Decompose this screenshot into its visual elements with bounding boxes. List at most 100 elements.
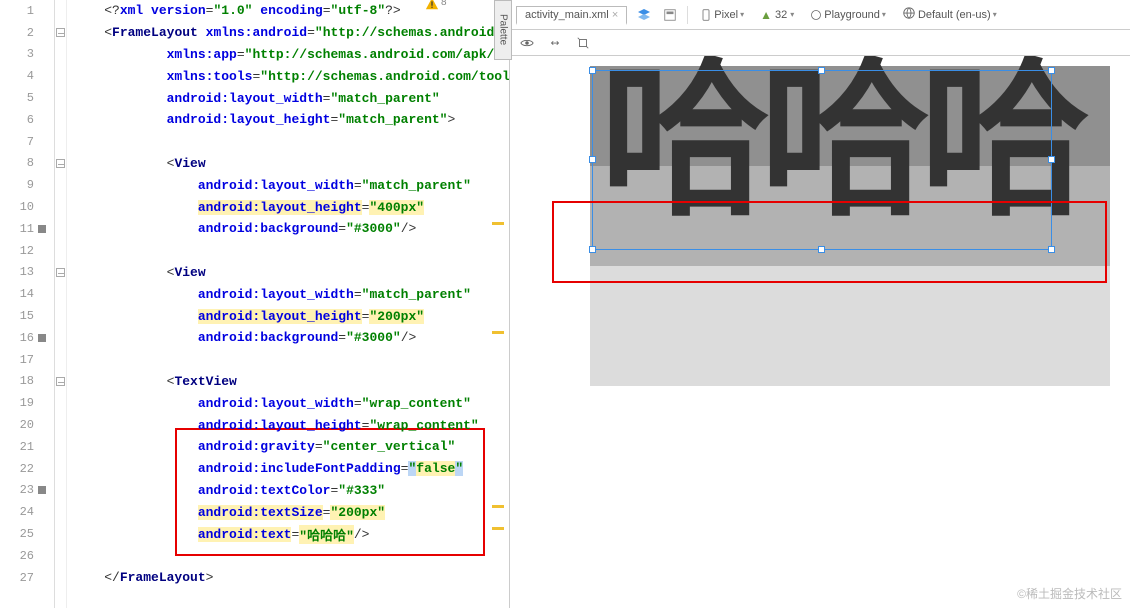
code-line[interactable]: android:background="#3000"/> — [73, 327, 509, 349]
design-pane: activity_main.xml × Pixel▾ ▲32▾ Playgrou… — [510, 0, 1130, 608]
line-number: 22 — [0, 458, 54, 480]
code-line[interactable] — [73, 240, 509, 262]
layers-icon[interactable] — [635, 6, 653, 24]
code-line[interactable]: android:layout_width="wrap_content" — [73, 392, 509, 414]
fold-gutter-row — [55, 392, 66, 414]
code-line[interactable]: android:text="哈哈哈"/> — [73, 523, 509, 545]
change-marker — [492, 331, 504, 334]
code-line[interactable]: android:layout_width="match_parent" — [73, 87, 509, 109]
line-number: 9 — [0, 174, 54, 196]
code-line[interactable] — [73, 349, 509, 371]
line-number: 15 — [0, 305, 54, 327]
palette-tab[interactable]: Palette — [494, 0, 512, 60]
fold-gutter-row — [55, 87, 66, 109]
line-number: 24 — [0, 501, 54, 523]
code-line[interactable]: android:layout_height="match_parent"> — [73, 109, 509, 131]
change-marker — [492, 527, 504, 530]
line-number: 4 — [0, 65, 54, 87]
code-line[interactable]: xmlns:tools="http://schemas.android.com/… — [73, 65, 509, 87]
fold-gutter-row — [55, 109, 66, 131]
editor-tab[interactable]: activity_main.xml × — [516, 6, 627, 25]
line-number: 6 — [0, 109, 54, 131]
fold-gutter-row — [55, 262, 66, 284]
fold-gutter-row — [55, 545, 66, 567]
line-number: 1 — [0, 0, 54, 22]
code-line[interactable]: android:layout_height="wrap_content" — [73, 414, 509, 436]
line-number: 18 — [0, 371, 54, 393]
fold-gutter-row — [55, 414, 66, 436]
line-number: 19 — [0, 392, 54, 414]
line-number: 12 — [0, 240, 54, 262]
line-number: 25 — [0, 523, 54, 545]
line-gutter: 1234567891011121314151617181920212223242… — [0, 0, 55, 608]
line-number: 7 — [0, 131, 54, 153]
line-number: 20 — [0, 414, 54, 436]
code-line[interactable] — [73, 545, 509, 567]
code-line[interactable]: android:background="#3000"/> — [73, 218, 509, 240]
eye-icon[interactable] — [518, 34, 536, 52]
line-number: 16 — [0, 327, 54, 349]
fold-icon[interactable] — [56, 159, 65, 168]
change-marker — [492, 505, 504, 508]
code-line[interactable]: xmlns:app="http://schemas.android.com/ap… — [73, 44, 509, 66]
code-line[interactable]: android:gravity="center_vertical" — [73, 436, 509, 458]
fold-gutter-row — [55, 0, 66, 22]
warning-icon[interactable]: 8 — [425, 0, 439, 11]
fold-gutter-row — [55, 523, 66, 545]
fold-gutter-row — [55, 567, 66, 589]
code-line[interactable]: android:layout_height="200px" — [73, 305, 509, 327]
fold-gutter-row — [55, 131, 66, 153]
change-marker — [492, 222, 504, 225]
code-line[interactable]: android:layout_height="400px" — [73, 196, 509, 218]
line-number: 10 — [0, 196, 54, 218]
watermark: ©稀土掘金技术社区 — [1017, 585, 1122, 602]
fold-gutter-row — [55, 480, 66, 502]
expand-icon[interactable] — [546, 34, 564, 52]
api-selector[interactable]: ▲32▾ — [756, 7, 798, 23]
code-line[interactable]: <TextView — [73, 371, 509, 393]
code-editor-pane: 1234567891011121314151617181920212223242… — [0, 0, 510, 608]
fold-gutter-row — [55, 153, 66, 175]
line-number: 26 — [0, 545, 54, 567]
line-number: 2 — [0, 22, 54, 44]
code-line[interactable]: <View — [73, 262, 509, 284]
fold-icon[interactable] — [56, 28, 65, 37]
line-number: 17 — [0, 349, 54, 371]
code-line[interactable]: <FrameLayout xmlns:android="http://schem… — [73, 22, 509, 44]
code-line[interactable]: android:textSize="200px" — [73, 501, 509, 523]
locale-selector[interactable]: Default (en-us)▾ — [898, 5, 1001, 24]
device-selector[interactable]: Pixel▾ — [696, 8, 748, 22]
design-canvas[interactable]: 哈哈哈 — [510, 56, 1130, 608]
theme-selector[interactable]: Playground▾ — [806, 8, 890, 22]
fold-gutter-row — [55, 501, 66, 523]
warning-count: 8 — [441, 0, 447, 8]
code-line[interactable]: android:layout_width="match_parent" — [73, 283, 509, 305]
line-number: 27 — [0, 567, 54, 589]
line-number: 14 — [0, 283, 54, 305]
line-number: 13 — [0, 262, 54, 284]
rotate-icon[interactable] — [574, 34, 592, 52]
code-line[interactable]: android:layout_width="match_parent" — [73, 174, 509, 196]
fold-gutter-row — [55, 65, 66, 87]
code-line[interactable]: </FrameLayout> — [73, 567, 509, 589]
fold-icon[interactable] — [56, 268, 65, 277]
code-line[interactable]: android:textColor="#333" — [73, 480, 509, 502]
line-number: 5 — [0, 87, 54, 109]
fold-icon[interactable] — [56, 377, 65, 386]
fold-gutter-row — [55, 174, 66, 196]
design-toolbar: activity_main.xml × Pixel▾ ▲32▾ Playgrou… — [510, 0, 1130, 30]
fold-gutter-row — [55, 327, 66, 349]
code-area[interactable]: <?xml version="1.0" encoding="utf-8"?> <… — [67, 0, 509, 608]
code-line[interactable]: android:includeFontPadding="false" — [73, 458, 509, 480]
line-number: 21 — [0, 436, 54, 458]
line-number: 11 — [0, 218, 54, 240]
fold-gutter-row — [55, 305, 66, 327]
fold-gutter-row — [55, 458, 66, 480]
fold-gutter-row — [55, 44, 66, 66]
fold-gutter-row — [55, 240, 66, 262]
code-line[interactable] — [73, 131, 509, 153]
design-surface-icon[interactable] — [661, 6, 679, 24]
code-line[interactable]: <View — [73, 153, 509, 175]
fold-gutter-row — [55, 283, 66, 305]
line-number: 3 — [0, 44, 54, 66]
